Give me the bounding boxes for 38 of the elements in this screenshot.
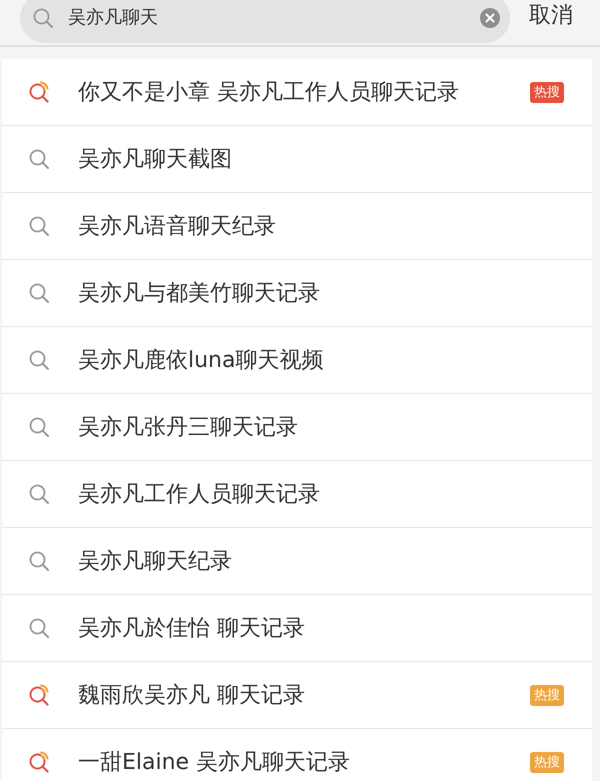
- hot-badge: 热搜: [530, 82, 564, 102]
- search-icon: [28, 148, 50, 170]
- search-icon: [28, 349, 50, 371]
- search-icon: [28, 416, 50, 438]
- suggestion-text: 你又不是小章 吴亦凡工作人员聊天记录: [78, 78, 460, 106]
- suggestion-text: 一甜Elaine 吴亦凡聊天记录: [78, 748, 352, 776]
- suggestion-text: 吴亦凡工作人员聊天记录: [78, 480, 321, 508]
- clear-icon[interactable]: [480, 8, 500, 28]
- cancel-button[interactable]: 取消: [529, 0, 573, 32]
- search-icon: [28, 550, 50, 572]
- search-icon: [28, 617, 50, 639]
- suggestion-item[interactable]: 吴亦凡聊天纪录: [2, 528, 592, 595]
- hot-badge: 热搜: [530, 752, 564, 772]
- suggestion-item[interactable]: 吴亦凡鹿依luna聊天视频: [2, 327, 592, 394]
- suggestion-item[interactable]: 吴亦凡聊天截图: [2, 126, 592, 193]
- suggestion-text: 吴亦凡於佳怡 聊天记录: [78, 614, 306, 642]
- suggestion-text: 吴亦凡语音聊天纪录: [78, 212, 277, 240]
- suggestion-text: 吴亦凡鹿依luna聊天视频: [78, 346, 324, 374]
- suggestion-item[interactable]: 魏雨欣吴亦凡 聊天记录 热搜: [2, 662, 592, 729]
- suggestion-item[interactable]: 吴亦凡与都美竹聊天记录: [2, 260, 592, 327]
- suggestion-item[interactable]: 吴亦凡於佳怡 聊天记录: [2, 595, 592, 662]
- suggestion-item[interactable]: 一甜Elaine 吴亦凡聊天记录 热搜: [2, 729, 592, 781]
- suggestion-text: 魏雨欣吴亦凡 聊天记录: [78, 682, 306, 710]
- search-field[interactable]: 吴亦凡聊天: [20, 0, 510, 42]
- hot-badge: 热搜: [530, 684, 564, 706]
- search-icon: [28, 483, 50, 505]
- search-icon: [28, 215, 50, 237]
- search-icon: [28, 282, 50, 304]
- search-icon: [32, 6, 54, 28]
- suggestion-text: 吴亦凡聊天纪录: [78, 548, 233, 576]
- suggestion-text: 吴亦凡聊天截图: [78, 146, 233, 174]
- suggestion-item[interactable]: 吴亦凡张丹三聊天记录: [2, 394, 592, 461]
- suggestion-item[interactable]: 吴亦凡语音聊天纪录: [2, 193, 592, 260]
- suggestion-text: 吴亦凡张丹三聊天记录: [78, 414, 299, 442]
- suggestion-item[interactable]: 吴亦凡工作人员聊天记录: [2, 461, 592, 528]
- suggestion-item[interactable]: 你又不是小章 吴亦凡工作人员聊天记录 热搜: [2, 59, 592, 126]
- search-input-text: 吴亦凡聊天: [68, 6, 159, 30]
- suggestion-text: 吴亦凡与都美竹聊天记录: [78, 280, 321, 308]
